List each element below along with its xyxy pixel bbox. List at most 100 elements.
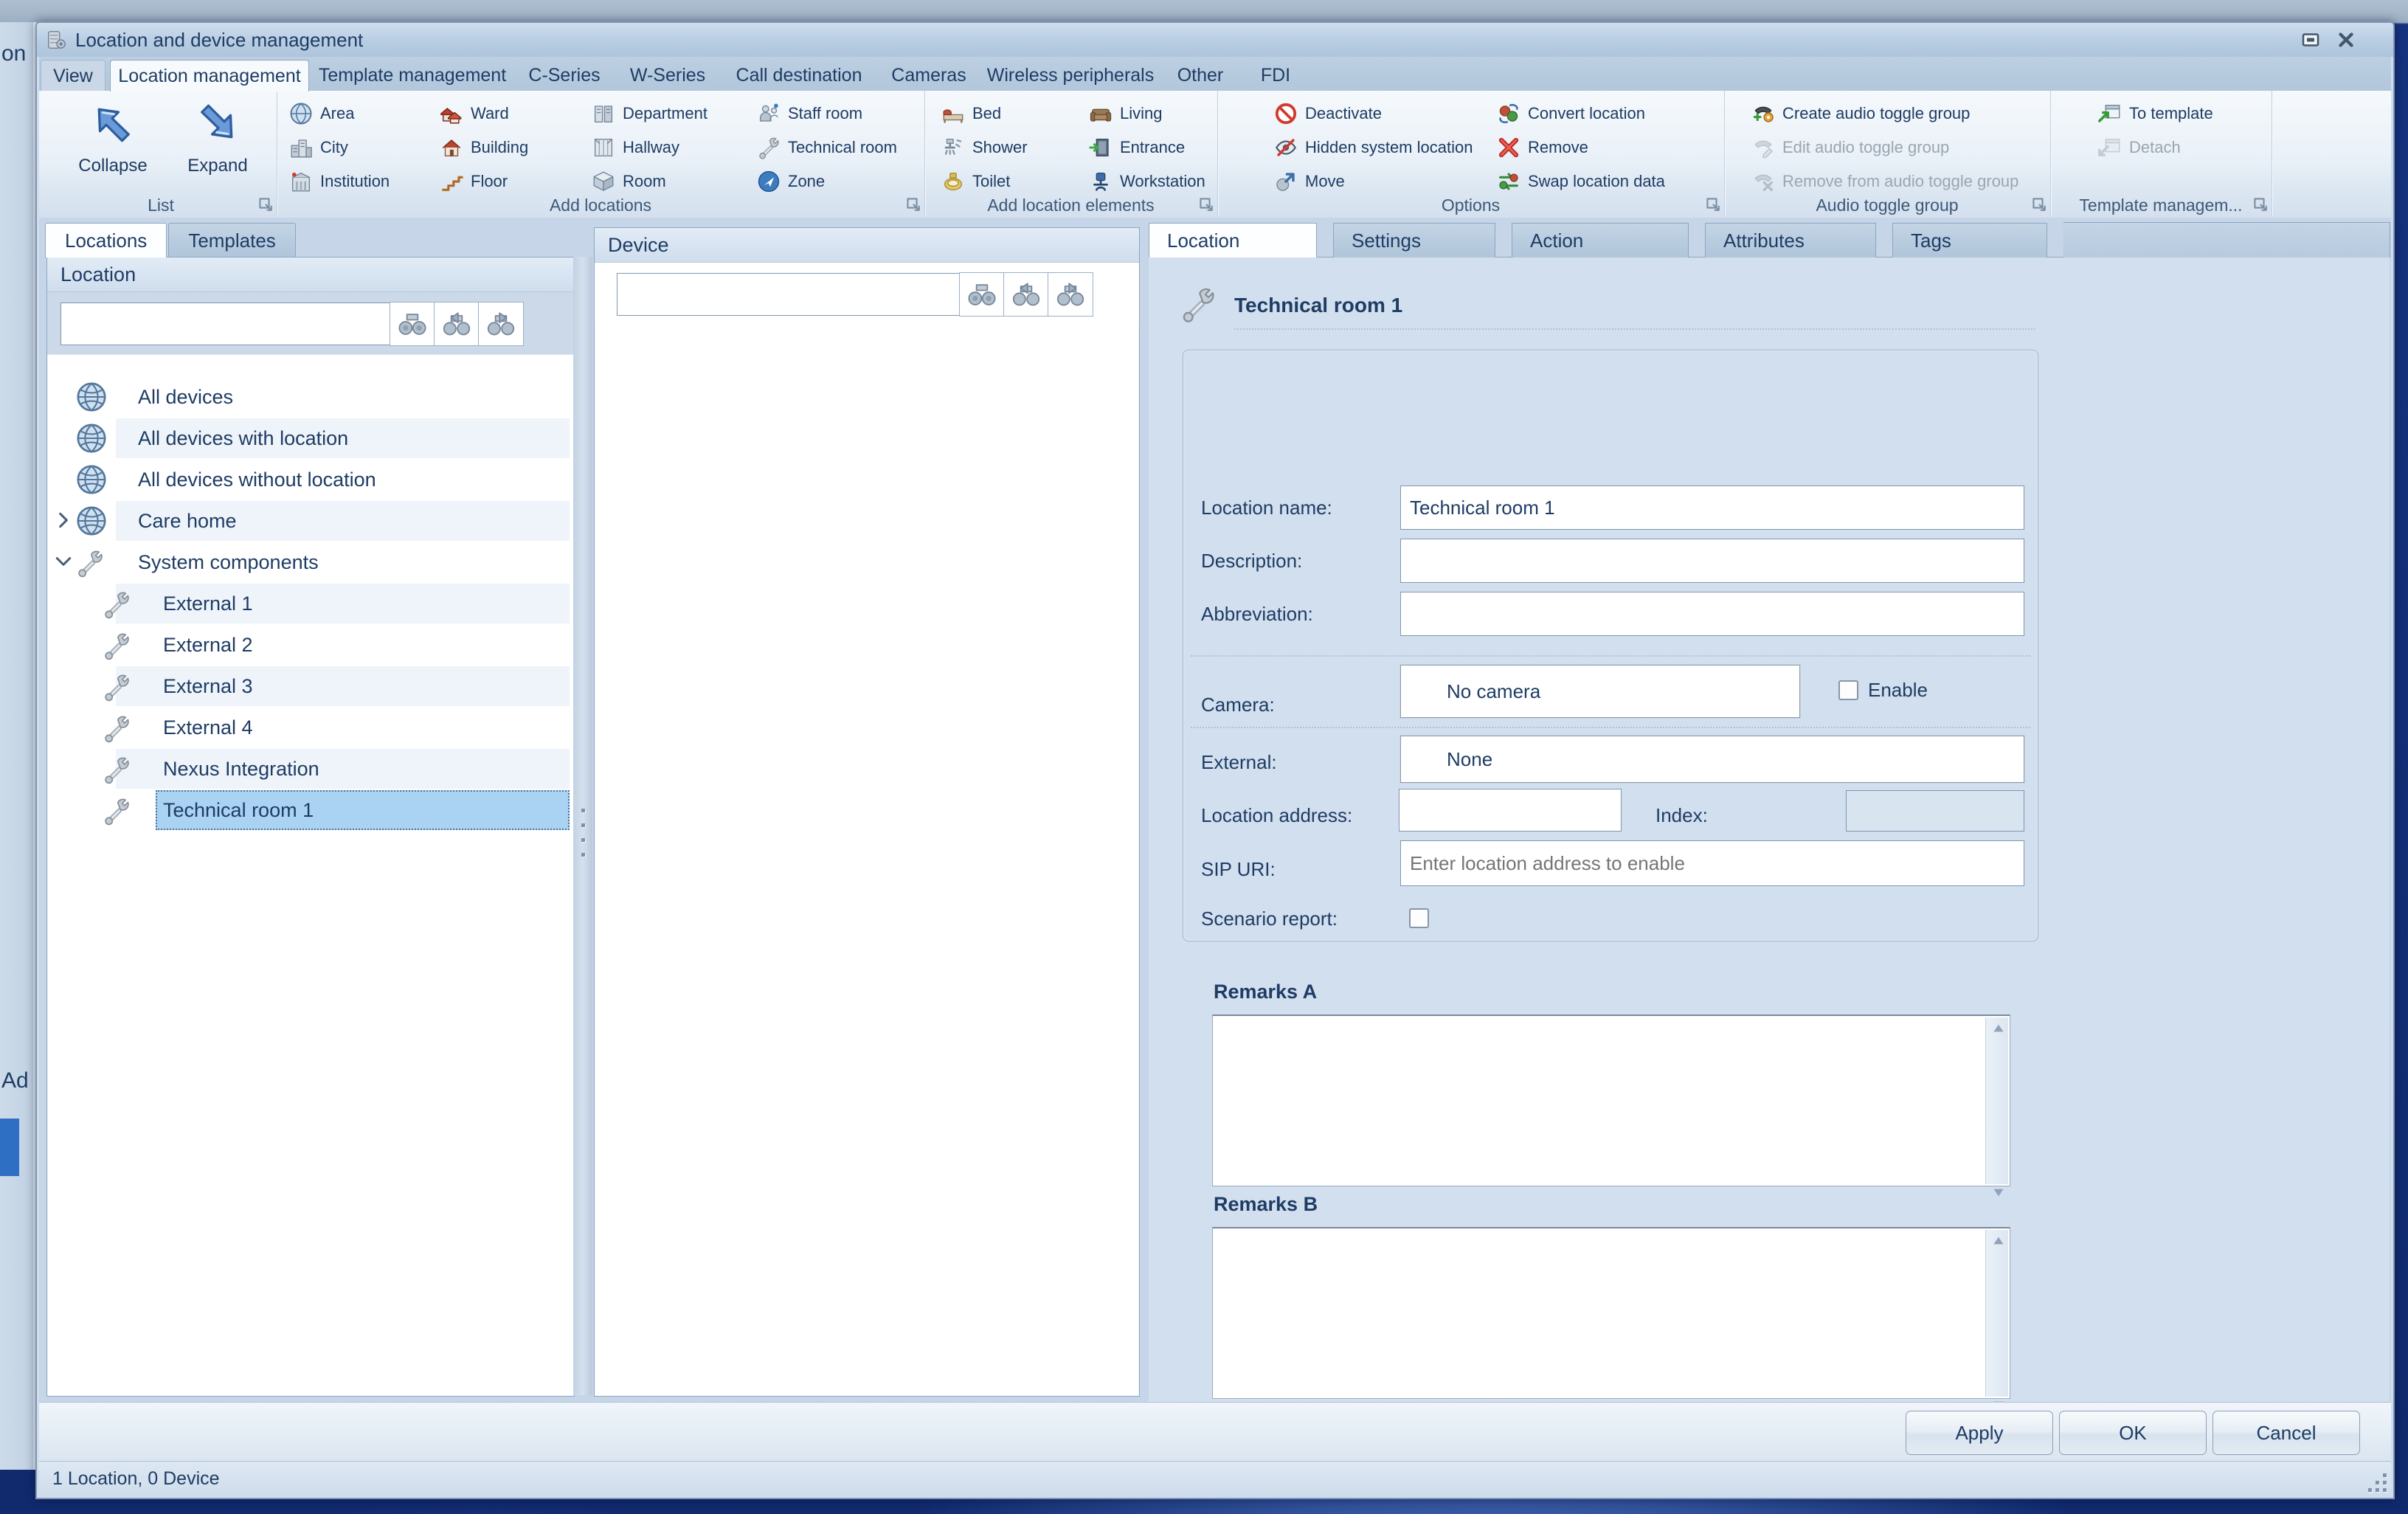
panel-splitter[interactable] [573, 257, 592, 1395]
restore-button[interactable] [2293, 29, 2328, 51]
ribbon-item-staff-room[interactable]: Staff room [756, 98, 862, 129]
tree-item-all-devices-without-location[interactable]: All devices without location [48, 459, 573, 500]
detail-tab-location[interactable]: Location [1149, 223, 1317, 257]
ribbon-item-living[interactable]: Living [1088, 98, 1162, 129]
tree-item-nexus-integration[interactable]: Nexus Integration [48, 748, 573, 789]
ribbon-item-toilet[interactable]: Toilet [941, 166, 1010, 197]
external-combobox[interactable]: None [1400, 736, 2024, 783]
ribbon-item-swap-location-data[interactable]: Swap location data [1496, 166, 1665, 197]
ribbon-item-to-template[interactable]: To template [2097, 98, 2213, 129]
tree-item-all-devices-with-location[interactable]: All devices with location [48, 418, 573, 459]
ribbon-item-ward[interactable]: Ward [439, 98, 509, 129]
ribbon-tab-w-series[interactable]: W-Series [617, 60, 718, 91]
ribbon-item-convert-location[interactable]: Convert location [1496, 98, 1645, 129]
ok-button[interactable]: OK [2059, 1411, 2207, 1455]
tree-item-all-devices[interactable]: All devices [48, 376, 573, 418]
location-name-label: Location name: [1201, 493, 1332, 522]
tree-item-technical-room-1[interactable]: Technical room 1 [48, 789, 573, 831]
detail-tab-attributes[interactable]: Attributes [1705, 223, 1876, 257]
detail-tab-action[interactable]: Action [1512, 223, 1689, 257]
ribbon-tab-wireless-peripherals[interactable]: Wireless peripherals [985, 60, 1156, 91]
ribbon-tab-c-series[interactable]: C-Series [517, 60, 612, 91]
ribbon-item-city[interactable]: City [288, 132, 348, 163]
ribbon-tab-template-management[interactable]: Template management [315, 60, 510, 91]
ribbon-tab-other[interactable]: Other [1159, 60, 1242, 91]
search-button-1[interactable] [390, 302, 435, 346]
location-name-input[interactable] [1400, 485, 2024, 530]
ribbon-item-floor[interactable]: Floor [439, 166, 508, 197]
ribbon-item-expand[interactable]: Expand [170, 95, 265, 194]
search-next-icon [1054, 278, 1087, 311]
ribbon-item-entrance[interactable]: Entrance [1088, 132, 1185, 163]
external-value: None [1447, 748, 1492, 771]
ribbon-item-department[interactable]: Department [591, 98, 707, 129]
ribbon-item-hidden-system-location[interactable]: Hidden system location [1273, 132, 1473, 163]
ribbon-item-hallway[interactable]: Hallway [591, 132, 679, 163]
ribbon-item-zone[interactable]: Zone [756, 166, 825, 197]
ribbon-item-bed[interactable]: Bed [941, 98, 1001, 129]
detail-tab-settings[interactable]: Settings [1333, 223, 1495, 257]
ribbon-item-remove[interactable]: Remove [1496, 132, 1588, 163]
ribbon-tab-cameras[interactable]: Cameras [877, 60, 980, 91]
tree-item-external-3[interactable]: External 3 [48, 666, 573, 707]
left-tab-locations[interactable]: Locations [45, 223, 167, 257]
ribbon-item-building[interactable]: Building [439, 132, 528, 163]
tree-item-external-4[interactable]: External 4 [48, 707, 573, 748]
device-search-input[interactable] [617, 273, 971, 316]
ribbon-item-shower[interactable]: Shower [941, 132, 1028, 163]
abbreviation-input[interactable] [1400, 592, 2024, 636]
remarks-b-textarea[interactable] [1212, 1227, 2010, 1399]
remarks-b-scrollbar[interactable] [1985, 1230, 2008, 1397]
search-button-3[interactable] [1048, 272, 1093, 317]
ribbon-item-create-audio-toggle-group[interactable]: Create audio toggle group [1751, 98, 1970, 129]
dialog-launcher-icon[interactable] [1706, 197, 1721, 212]
location-search-input[interactable] [60, 303, 401, 345]
sip-uri-input[interactable] [1400, 840, 2024, 886]
field-separator [1191, 655, 2030, 657]
left-tab-templates[interactable]: Templates [168, 223, 296, 257]
dialog-launcher-icon[interactable] [2253, 197, 2269, 212]
dialog-launcher-icon[interactable] [2032, 197, 2047, 212]
apply-button[interactable]: Apply [1906, 1411, 2053, 1455]
ribbon-item-move[interactable]: Move [1273, 166, 1345, 197]
remarks-a-textarea[interactable] [1212, 1014, 2010, 1186]
detail-tab-tags[interactable]: Tags [1892, 223, 2047, 257]
search-button-3[interactable] [478, 302, 524, 346]
ribbon-item-workstation[interactable]: Workstation [1088, 166, 1205, 197]
cancel-button[interactable]: Cancel [2212, 1411, 2360, 1455]
search-button-2[interactable] [434, 302, 480, 346]
staff-room-icon [756, 101, 781, 126]
tree-item-care-home[interactable]: Care home [48, 500, 573, 542]
dialog-launcher-icon[interactable] [258, 197, 274, 212]
dialog-launcher-icon[interactable] [906, 197, 921, 212]
camera-enable-checkbox[interactable] [1838, 680, 1858, 700]
tree-item-system-components[interactable]: System components [48, 542, 573, 583]
close-button[interactable] [2328, 29, 2364, 51]
ribbon-tab-fdi[interactable]: FDI [1245, 60, 1307, 91]
dialog-launcher-icon[interactable] [1199, 197, 1214, 212]
remarks-a-scrollbar[interactable] [1985, 1017, 2008, 1184]
location-address-input[interactable] [1399, 789, 1622, 832]
chevron-right-icon[interactable] [54, 511, 75, 531]
ribbon-tab-view[interactable]: View [41, 60, 105, 91]
ribbon-item-collapse[interactable]: Collapse [66, 95, 160, 194]
ribbon-tab-location-management[interactable]: Location management [110, 60, 309, 91]
ribbon-item-deactivate[interactable]: Deactivate [1273, 98, 1382, 129]
chevron-down-icon[interactable] [54, 552, 75, 573]
ribbon-item-area[interactable]: Area [288, 98, 354, 129]
title-bar[interactable]: Location and device management [37, 23, 2393, 57]
ribbon-item-institution[interactable]: Institution [288, 166, 390, 197]
resize-grip[interactable] [2363, 1468, 2388, 1493]
search-button-1[interactable] [959, 272, 1005, 317]
camera-combobox[interactable]: No camera [1400, 665, 1800, 718]
ribbon-item-technical-room[interactable]: Technical room [756, 132, 897, 163]
institution-icon [288, 169, 314, 194]
remove-x-icon [1496, 135, 1521, 160]
tree-item-external-2[interactable]: External 2 [48, 624, 573, 666]
description-input[interactable] [1400, 539, 2024, 583]
search-button-2[interactable] [1003, 272, 1049, 317]
ribbon-tab-call-destination[interactable]: Call destination [727, 60, 871, 91]
tree-item-external-1[interactable]: External 1 [48, 583, 573, 624]
scenario-report-checkbox[interactable] [1409, 908, 1429, 928]
ribbon-item-room[interactable]: Room [591, 166, 666, 197]
